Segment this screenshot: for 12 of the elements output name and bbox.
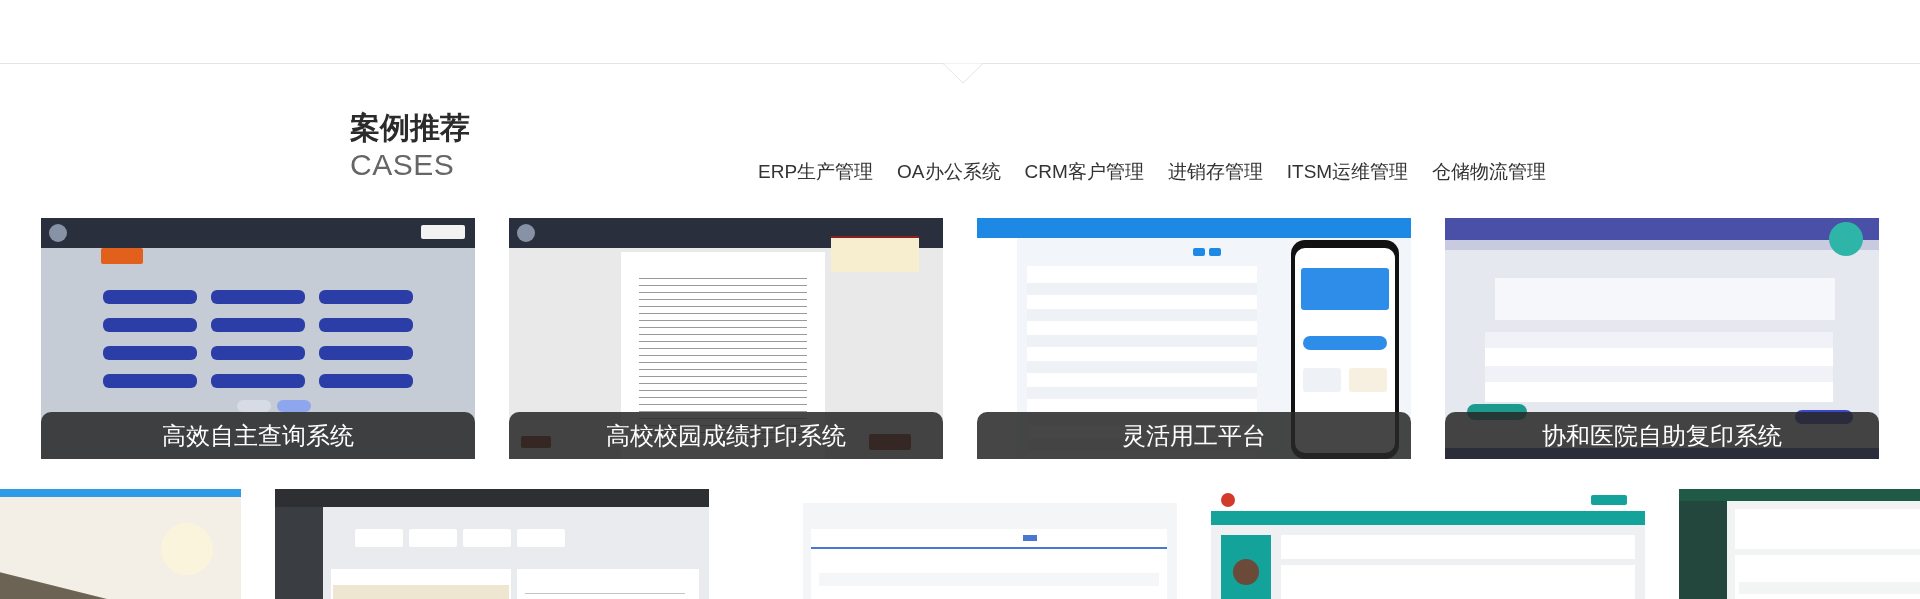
category-tab[interactable]: 仓储物流管理: [1432, 160, 1547, 184]
section-subtitle: CASES: [350, 147, 455, 183]
category-tab[interactable]: OA办公系统: [897, 160, 1001, 184]
section-title: 案例推荐: [350, 110, 470, 146]
category-tab[interactable]: 进销存管理: [1167, 160, 1263, 184]
case-caption: 协和医院自助复印系统: [1445, 412, 1879, 459]
case-caption: 灵活用工平台: [977, 412, 1411, 459]
category-tab[interactable]: ITSM运维管理: [1286, 160, 1409, 184]
case-caption: 高效自主查询系统: [41, 412, 475, 459]
category-tab[interactable]: ERP生产管理: [758, 160, 874, 184]
category-tab[interactable]: CRM客户管理: [1024, 160, 1144, 184]
case-caption: 高校校园成绩打印系统: [509, 412, 943, 459]
